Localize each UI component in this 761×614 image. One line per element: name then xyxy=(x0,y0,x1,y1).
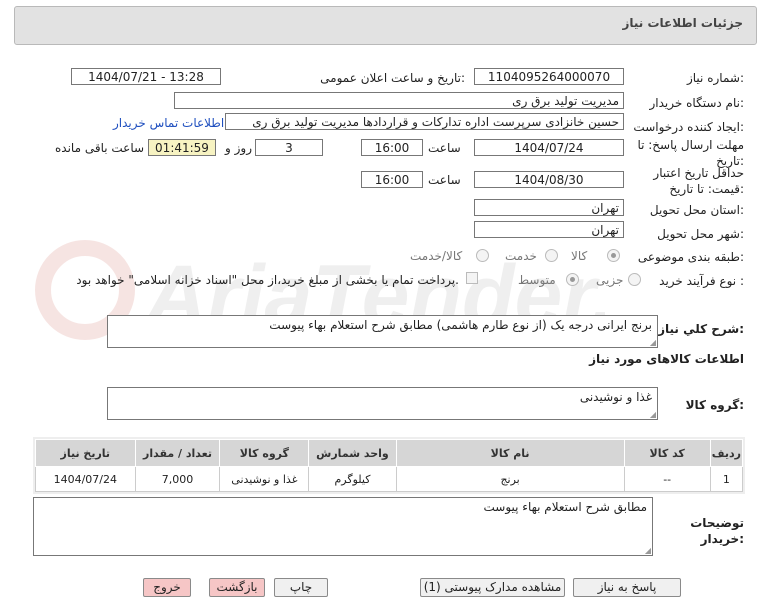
resize-grip-icon[interactable]: ◢ xyxy=(649,411,656,419)
category-label: طبقه بندی موضوعی: xyxy=(637,250,744,264)
buyer-field: مدیریت تولید برق ری xyxy=(174,92,624,109)
need-number-label: شماره نیاز: xyxy=(686,71,744,85)
category-option-goods: کالا xyxy=(571,249,588,263)
table-header-cell: واحد شمارش xyxy=(308,439,397,467)
deadline-time-field: 16:00 xyxy=(361,139,423,156)
buyer-notes-label-line2: خریدار: xyxy=(700,532,744,546)
validity-time-label: ساعت xyxy=(428,173,461,187)
buyer-contact-link[interactable]: اطلاعات تماس خریدار xyxy=(113,116,224,130)
city-field: تهران xyxy=(474,221,624,238)
buyer-notes-text: مطابق شرح استعلام بهاء پیوست xyxy=(483,500,647,514)
buyer-notes-textarea[interactable]: مطابق شرح استعلام بهاء پیوست ◢ xyxy=(33,497,653,556)
announce-label: تاریخ و ساعت اعلان عمومی: xyxy=(320,71,465,85)
table-cell-unit: کیلوگرم xyxy=(308,466,397,492)
category-radio-goods[interactable] xyxy=(607,249,620,262)
resize-grip-icon[interactable]: ◢ xyxy=(644,547,651,555)
buyer-label: نام دستگاه خریدار: xyxy=(649,96,745,110)
category-option-service: خدمت xyxy=(505,249,537,263)
treasury-payment-note: پرداخت تمام یا بخشی از مبلغ خرید،از محل … xyxy=(76,273,459,287)
province-field: تهران xyxy=(474,199,624,216)
validity-time-field: 16:00 xyxy=(361,171,423,188)
table-cell-index: 1 xyxy=(709,466,744,492)
announce-field: 1404/07/21 - 13:28 xyxy=(71,68,221,85)
purchase-option-medium: متوسط xyxy=(518,273,556,287)
category-radio-service[interactable] xyxy=(545,249,558,262)
validity-label-line2: قیمت: تا تاریخ: xyxy=(669,182,744,196)
table-cell-group: غذا و نوشیدنی xyxy=(219,466,310,492)
goods-info-title: اطلاعات کالاهای مورد نیاز xyxy=(589,352,744,366)
print-button[interactable]: چاپ xyxy=(274,578,328,597)
table-cell-date: 1404/07/24 xyxy=(35,466,136,492)
goods-group-text: غذا و نوشیدنی xyxy=(579,390,652,404)
days-label: روز و xyxy=(225,141,252,155)
table-header-row: ردیف کد کالا نام کالا واحد شمارش گروه کا… xyxy=(35,439,744,467)
items-table-container: ردیف کد کالا نام کالا واحد شمارش گروه کا… xyxy=(33,437,745,494)
general-desc-textarea[interactable]: برنج ایرانی درجه یک (از نوع طارم هاشمی) … xyxy=(107,315,658,348)
table-header-cell: تاریخ نیاز xyxy=(35,439,136,467)
deadline-date-field: 1404/07/24 xyxy=(474,139,624,156)
table-cell-quantity: 7,000 xyxy=(134,466,221,492)
resize-grip-icon[interactable]: ◢ xyxy=(649,339,656,347)
creator-field: حسین خانزادی سرپرست اداره تدارکات و قرار… xyxy=(225,113,624,130)
goods-group-textarea[interactable]: غذا و نوشیدنی ◢ xyxy=(107,387,658,420)
table-header-cell: تعداد / مقدار xyxy=(134,439,221,467)
purchase-radio-minor[interactable] xyxy=(628,273,641,286)
general-desc-label: شرح کلي نياز: xyxy=(658,322,744,336)
table-header-cell: کد کالا xyxy=(623,439,711,467)
table-header-cell: نام کالا xyxy=(395,439,625,467)
purchase-type-label: نوع فرآیند خرید : xyxy=(659,274,744,288)
table-header-cell: گروه کالا xyxy=(219,439,310,467)
province-label: استان محل تحویل: xyxy=(649,203,744,217)
general-desc-text: برنج ایرانی درجه یک (از نوع طارم هاشمی) … xyxy=(269,318,652,332)
deadline-time-label: ساعت xyxy=(428,141,461,155)
treasury-payment-checkbox[interactable] xyxy=(466,272,478,284)
items-table: ردیف کد کالا نام کالا واحد شمارش گروه کا… xyxy=(35,439,744,492)
table-cell-code: -- xyxy=(623,466,711,492)
purchase-radio-medium[interactable] xyxy=(566,273,579,286)
reply-button[interactable]: پاسخ به نیاز xyxy=(573,578,681,597)
attachments-button[interactable]: مشاهده مدارک پیوستی (1) xyxy=(420,578,565,597)
days-field: 3 xyxy=(255,139,323,156)
category-radio-goods-service[interactable] xyxy=(476,249,489,262)
goods-group-label: گروه کالا: xyxy=(685,398,744,412)
table-row[interactable]: 1 -- برنج کیلوگرم غذا و نوشیدنی 7,000 14… xyxy=(35,466,744,492)
creator-label: ایجاد کننده درخواست: xyxy=(633,120,744,134)
back-button[interactable]: بازگشت xyxy=(209,578,265,597)
table-cell-name: برنج xyxy=(395,466,625,492)
page-title: جزئیات اطلاعات نیاز xyxy=(622,16,743,30)
need-number-field: 1104095264000070 xyxy=(474,68,624,85)
city-label: شهر محل تحویل: xyxy=(657,227,744,241)
table-header-cell: ردیف xyxy=(709,439,744,467)
validity-date-field: 1404/08/30 xyxy=(474,171,624,188)
remaining-time-field: 01:41:59 xyxy=(148,139,216,156)
exit-button[interactable]: خروج xyxy=(143,578,191,597)
purchase-option-minor: جزیی xyxy=(596,273,624,287)
validity-label-line1: حداقل تاریخ اعتبار xyxy=(653,166,744,180)
category-option-goods-service: کالا/خدمت xyxy=(410,249,463,263)
buyer-notes-label-line1: توضیحات xyxy=(690,516,744,530)
remaining-label: ساعت باقی مانده xyxy=(55,141,145,155)
deadline-label-line1: مهلت ارسال پاسخ: تا xyxy=(637,138,744,152)
